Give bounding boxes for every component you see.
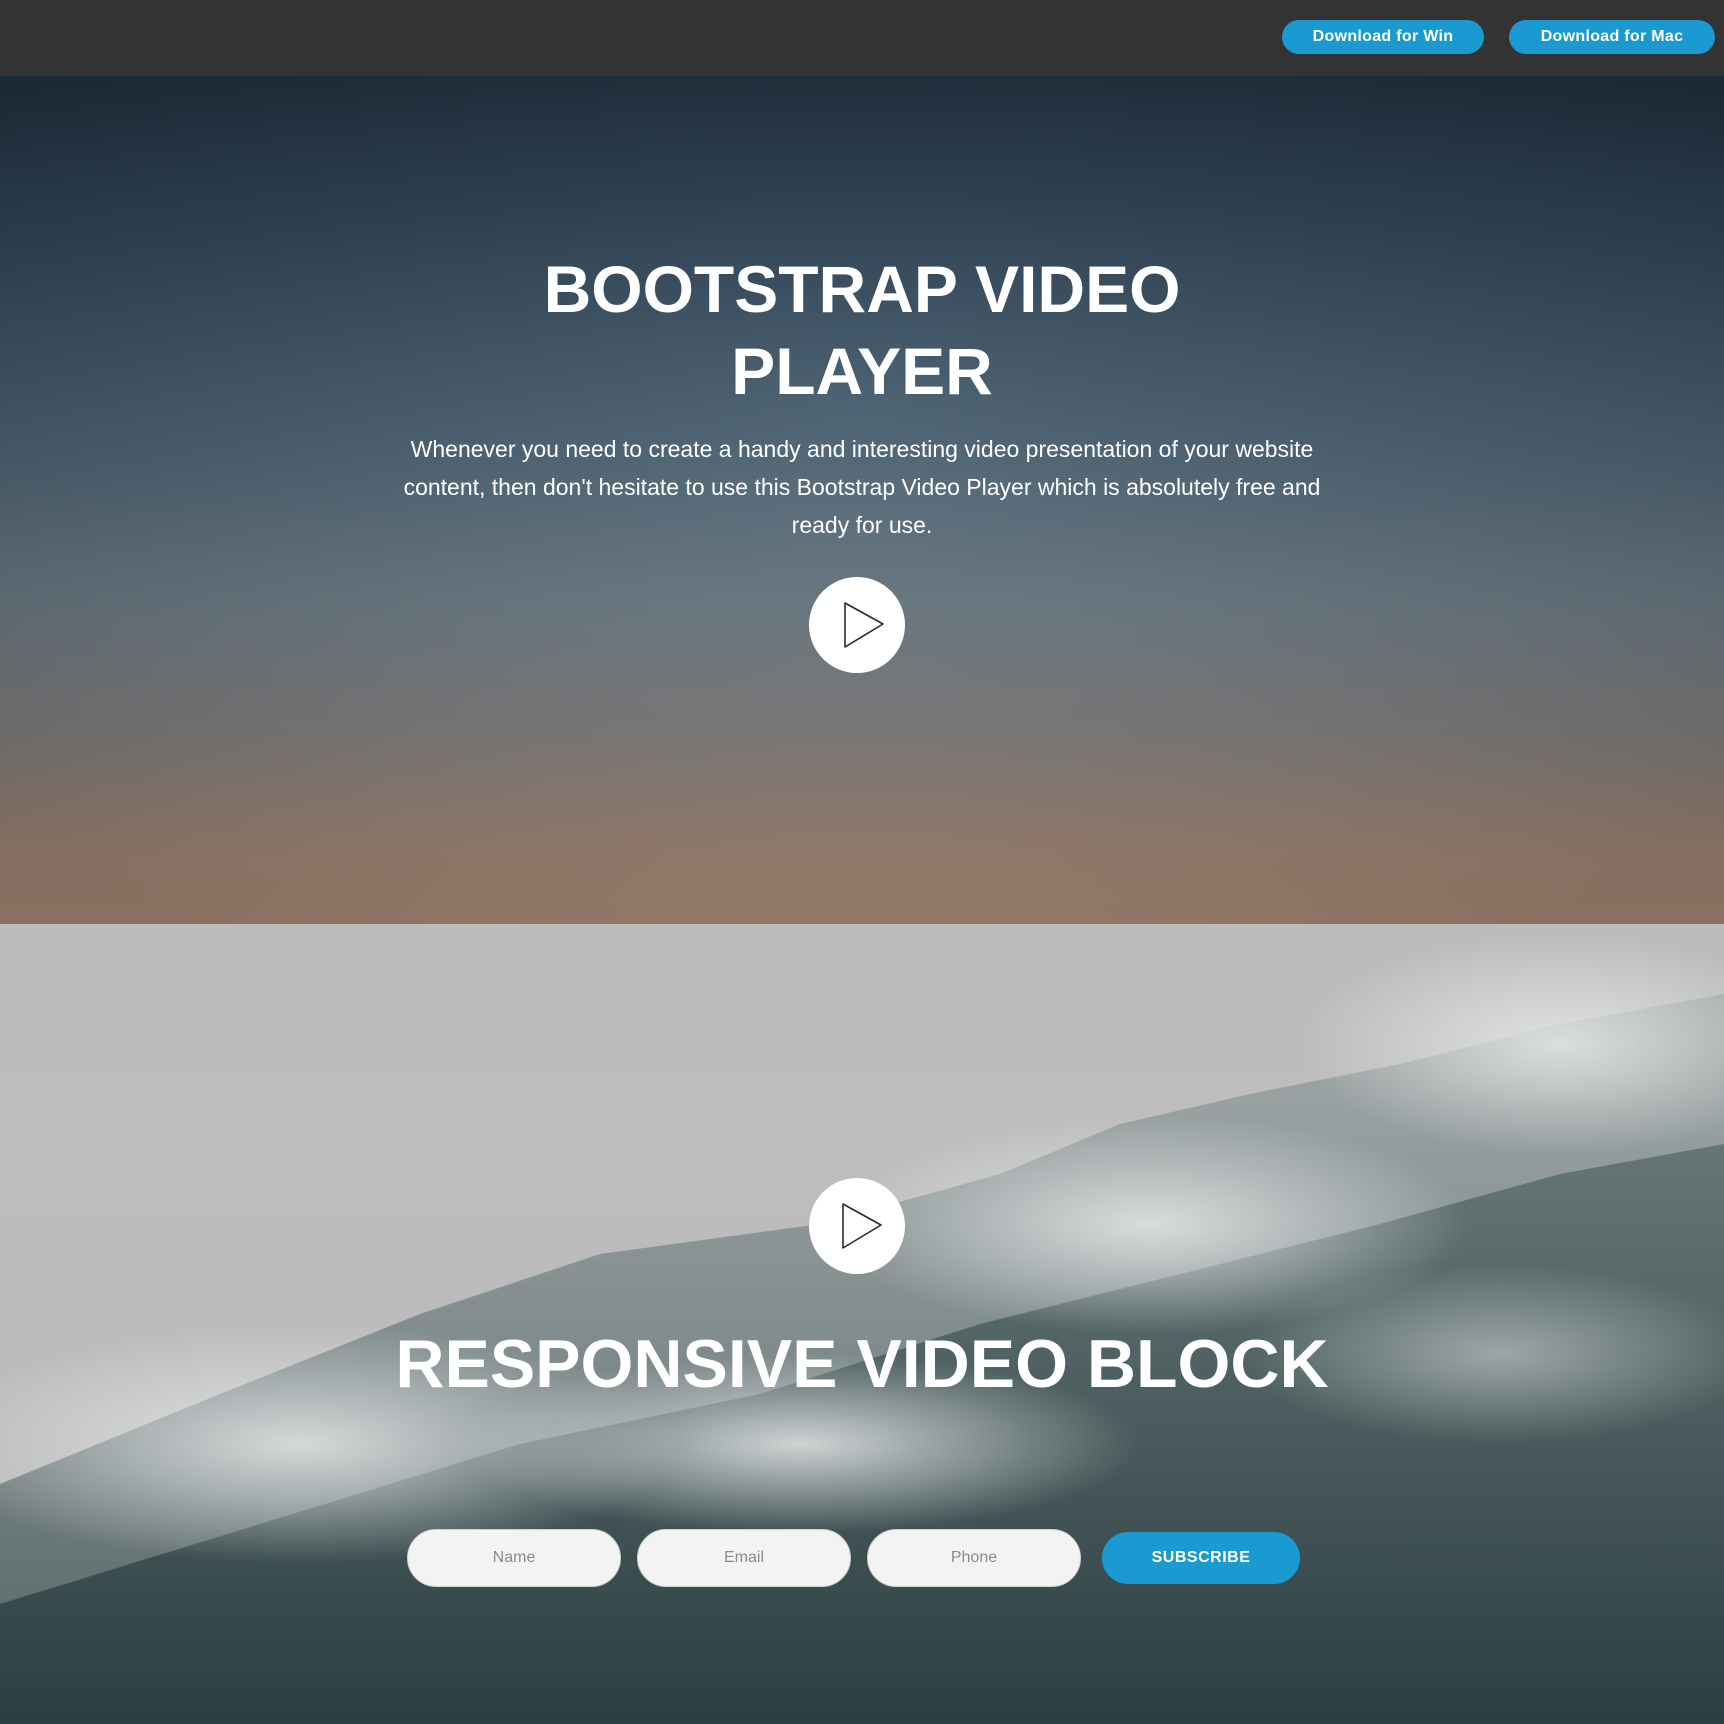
video-block-section: RESPONSIVE VIDEO BLOCK SUBSCRIBE bbox=[0, 924, 1724, 1724]
top-navbar: Download for Win Download for Mac bbox=[0, 0, 1724, 76]
video-block-title: RESPONSIVE VIDEO BLOCK bbox=[395, 1326, 1329, 1402]
video-block-play-button[interactable] bbox=[809, 1178, 905, 1274]
play-icon bbox=[844, 602, 884, 648]
name-input[interactable] bbox=[407, 1529, 621, 1587]
download-mac-button[interactable]: Download for Mac bbox=[1509, 20, 1715, 54]
hero-section: BOOTSTRAP VIDEO PLAYER Whenever you need… bbox=[0, 76, 1724, 924]
subscribe-button[interactable]: SUBSCRIBE bbox=[1102, 1532, 1300, 1584]
play-icon bbox=[842, 1203, 882, 1249]
phone-input[interactable] bbox=[867, 1529, 1081, 1587]
hero-play-button[interactable] bbox=[809, 577, 905, 673]
download-win-button[interactable]: Download for Win bbox=[1282, 20, 1484, 54]
hero-title: BOOTSTRAP VIDEO PLAYER bbox=[543, 252, 1181, 408]
email-input[interactable] bbox=[637, 1529, 851, 1587]
hero-description: Whenever you need to create a handy and … bbox=[403, 436, 1321, 538]
